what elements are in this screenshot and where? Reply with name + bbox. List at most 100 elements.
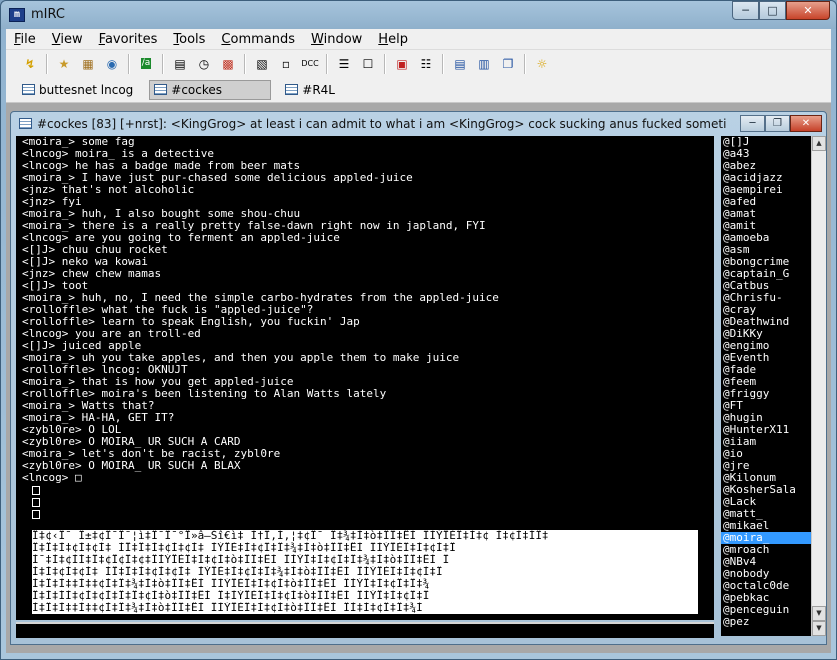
message-input[interactable] [16,622,714,638]
channel-window-icon [285,84,299,95]
menu-commands[interactable]: Commands [221,32,295,47]
help-button[interactable]: ☼ [532,54,552,74]
toolbar-separator [162,53,164,74]
cascade-icon: ❐ [502,56,514,71]
network-button[interactable]: ◉ [102,54,122,74]
tile-horizontal-button[interactable]: ▤ [450,54,470,74]
tile-vertical-button[interactable]: ▥ [474,54,494,74]
chat-message: <jnz> chew chew mamas [22,267,162,280]
bullet-box-icon [32,497,40,507]
palette-icon: ▩ [222,56,234,71]
options-icon: ▦ [82,56,94,71]
address-book-button[interactable]: ▤ [170,54,190,74]
mirc-app-icon[interactable]: m [9,8,25,22]
menu-favorites[interactable]: Favorites [99,32,158,47]
dcc-send-button[interactable]: ▧ [252,54,272,74]
switchbar-tab-status[interactable]: buttesnet lncog [18,80,139,100]
dcc-options-button[interactable]: DCC [300,54,320,74]
channel-close-button[interactable]: ✕ [790,115,822,132]
switchbar-tab-label: buttesnet lncog [39,82,134,97]
channel-restore-button[interactable]: ❐ [765,115,790,132]
mirc-window: m mIRC ─ □ ✕ File View Favorites Tools C… [0,0,837,660]
list-icon: ☷ [420,56,432,71]
chat-message: <zybl0re> O MOIRA_ UR SUCH A BLAX [22,459,241,472]
favorites-button[interactable]: ★ [54,54,74,74]
garbled-line: Î‡Ì‡ÍÌ‡¢Ì‡¢Ì‡Î‡Î‡¢Ì‡ò‡ÎÎ‡ËÌ Î‡ÌÝÏÈÎ‡Ì‡¢Ì… [32,590,430,602]
log-icon: ☰ [338,56,350,71]
scripts-editor-button[interactable]: /a [136,54,156,74]
clock-icon: ◷ [198,56,210,71]
notify-icon: ☐ [362,56,374,71]
url-icon: ▣ [396,56,408,71]
script-icon: /a [140,58,152,69]
garbled-line: Ì¯‡Ì‡¢ÌÍ‡Î‡¢Ï¢Î‡¢‡ÎÌÝÏÈÎ‡Ì‡¢Ì‡ò‡ÎÎ‡ËÌ ÎÌ… [32,554,450,566]
channel-window-controls: ─ ❐ ✕ [740,115,822,132]
menu-window[interactable]: Window [311,32,362,47]
toolbar-separator [384,53,386,74]
nick-list-scrollbar[interactable]: ▲ ▼ ▼ [811,136,826,636]
channel-minimize-button[interactable]: ─ [740,115,765,132]
switchbar-tab-cockes[interactable]: #cockes [149,79,272,100]
options-button[interactable]: ▦ [78,54,98,74]
timer-button[interactable]: ◷ [194,54,214,74]
channels-list-button[interactable]: ☷ [416,54,436,74]
menu-bar: File View Favorites Tools Commands Windo… [6,29,831,49]
garbled-text-block: Ï‡¢‹Î¯ Î±‡¢Î¯Î¯¦ì‡Î¯Î¯°Ï»â–Šî€ì‡ Ì†Î‚Í‚¦… [32,530,698,614]
scroll-down-end-icon[interactable]: ▼ [812,621,826,636]
tile-vertical-icon: ▥ [478,56,490,71]
mdi-area: #cockes [83] [+nrst]: <KingGrog> at leas… [6,103,831,653]
bullet-row [22,484,714,496]
scroll-down-arrow-icon[interactable]: ▼ [812,606,826,621]
toolbar-separator [524,53,526,74]
close-icon: ✕ [803,4,813,17]
menu-file[interactable]: File [14,32,36,47]
chat-log[interactable]: <moira_> some fag <lncog> moira_ is a det… [16,136,714,620]
maximize-icon: □ [767,4,778,17]
send-file-icon: ▧ [256,56,268,71]
minimize-button[interactable]: ─ [732,1,759,20]
channel-title-bar[interactable]: #cockes [83] [+nrst]: <KingGrog> at leas… [11,112,826,136]
dcc-icon: DCC [301,58,319,68]
app-title: mIRC [31,7,65,22]
bullet-box-icon [32,509,40,519]
close-button[interactable]: ✕ [786,1,830,20]
toolbar-separator [326,53,328,74]
close-icon: ✕ [801,118,811,129]
menu-help[interactable]: Help [378,32,408,47]
urls-button[interactable]: ▣ [392,54,412,74]
cascade-button[interactable]: ❐ [498,54,518,74]
channel-topic: #cockes [83] [+nrst]: <KingGrog> at leas… [37,117,727,131]
connect-button[interactable]: ↯ [20,54,40,74]
toolbar-separator [442,53,444,74]
logs-button[interactable]: ☰ [334,54,354,74]
lightning-icon: ↯ [24,56,36,71]
switchbar-tab-r4l[interactable]: #R4L [281,80,341,100]
switchbar-tab-label: #cockes [171,82,223,97]
dcc-chat-button[interactable]: ▫ [276,54,296,74]
garbled-line: Ì‡Ì‡¢Ì‡¢Ì‡ ÌÏ‡Î‡Ì‡¢Ì‡¢Ì‡ ÌÝÏÈ‡Ì‡¢Î‡Î‡¾‡Ì… [32,566,443,578]
title-bar[interactable]: m mIRC ─ □ ✕ [1,1,836,29]
scroll-up-arrow-icon[interactable]: ▲ [812,136,826,151]
minimize-icon: ─ [742,4,749,17]
chat-message: <lncog> □ [22,471,82,484]
broken-bullets [22,484,714,520]
bullet-row [22,508,714,520]
maximize-button[interactable]: □ [759,1,786,20]
menu-view[interactable]: View [52,32,83,47]
folder-star-icon: ★ [58,56,70,71]
switchbar: buttesnet lncog #cockes #R4L [6,77,831,103]
nick-list-item[interactable]: @pez [721,616,811,628]
tile-horizontal-icon: ▤ [454,56,466,71]
menu-tools[interactable]: Tools [173,32,205,47]
toolbar: ↯ ★ ▦ ◉ /a ▤ ◷ ▩ ▧ ▫ DCC ☰ ☐ ▣ ☷ ▤ ▥ ❐ ☼ [6,49,831,77]
chat-icon: ▫ [281,56,291,71]
notify-list-button[interactable]: ☐ [358,54,378,74]
colors-button[interactable]: ▩ [218,54,238,74]
bullet-row [22,496,714,508]
garbled-line: Ì‡Î‡Ì‡‡Ì‡‡¢Ì‡Î‡¾‡Ì‡ò‡ÎÎ‡ËÌ ÎÌÝÏÈÎ‡Ì‡¢Ì‡ò… [32,602,423,614]
channel-window: #cockes [83] [+nrst]: <KingGrog> at leas… [10,111,827,645]
address-book-icon: ▤ [174,56,186,71]
nick-list[interactable]: @[]J @a43 @abez @acidjazz @aempirei @afed @ama… [721,136,811,636]
toolbar-separator [128,53,130,74]
channel-window-icon [154,84,168,95]
